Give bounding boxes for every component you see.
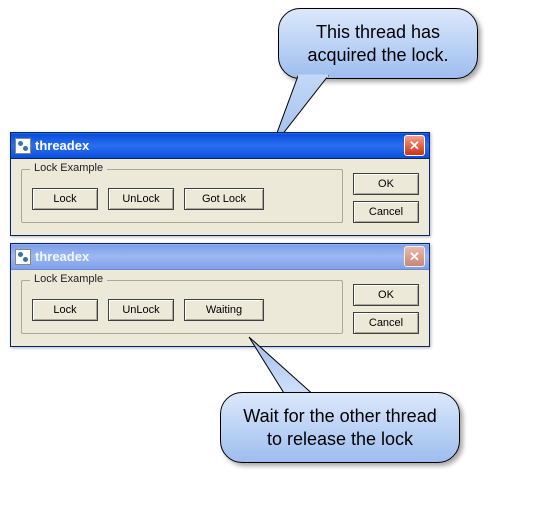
client-area-1: Lock Example Lock UnLock Got Lock OK Can… <box>11 159 429 235</box>
callout-top: This thread has acquired the lock. <box>278 8 478 79</box>
status-button-waiting[interactable]: Waiting <box>184 299 264 321</box>
lock-button[interactable]: Lock <box>32 299 98 321</box>
groupbox-label: Lock Example <box>30 162 107 174</box>
callout-top-bubble: This thread has acquired the lock. <box>278 8 478 79</box>
ok-button[interactable]: OK <box>353 173 419 195</box>
titlebar-1[interactable]: threadex ✕ <box>11 133 429 159</box>
window-title: threadex <box>35 249 404 264</box>
groupbox-lock-example: Lock Example Lock UnLock Waiting <box>21 280 343 334</box>
status-button-gotlock[interactable]: Got Lock <box>184 188 264 210</box>
app-icon <box>15 138 31 154</box>
titlebar-2[interactable]: threadex ✕ <box>11 244 429 270</box>
dialog-buttons: OK Cancel <box>353 169 419 223</box>
app-icon <box>15 249 31 265</box>
cancel-button[interactable]: Cancel <box>353 312 419 334</box>
close-icon: ✕ <box>409 138 420 154</box>
close-icon: ✕ <box>409 249 420 265</box>
unlock-button[interactable]: UnLock <box>108 299 174 321</box>
close-button[interactable]: ✕ <box>404 135 425 156</box>
window-title: threadex <box>35 138 404 153</box>
cancel-button[interactable]: Cancel <box>353 201 419 223</box>
unlock-button[interactable]: UnLock <box>108 188 174 210</box>
dialog-buttons: OK Cancel <box>353 280 419 334</box>
callout-bottom-text: Wait for the other thread to release the… <box>243 406 436 449</box>
window-threadex-1: threadex ✕ Lock Example Lock UnLock Got … <box>10 132 430 236</box>
client-area-2: Lock Example Lock UnLock Waiting OK Canc… <box>11 270 429 346</box>
close-button[interactable]: ✕ <box>404 246 425 267</box>
lock-button[interactable]: Lock <box>32 188 98 210</box>
ok-button[interactable]: OK <box>353 284 419 306</box>
callout-top-text: This thread has acquired the lock. <box>307 22 448 65</box>
groupbox-lock-example: Lock Example Lock UnLock Got Lock <box>21 169 343 223</box>
groupbox-label: Lock Example <box>30 273 107 285</box>
callout-bottom: Wait for the other thread to release the… <box>220 392 460 463</box>
window-threadex-2: threadex ✕ Lock Example Lock UnLock Wait… <box>10 243 430 347</box>
callout-bottom-bubble: Wait for the other thread to release the… <box>220 392 460 463</box>
